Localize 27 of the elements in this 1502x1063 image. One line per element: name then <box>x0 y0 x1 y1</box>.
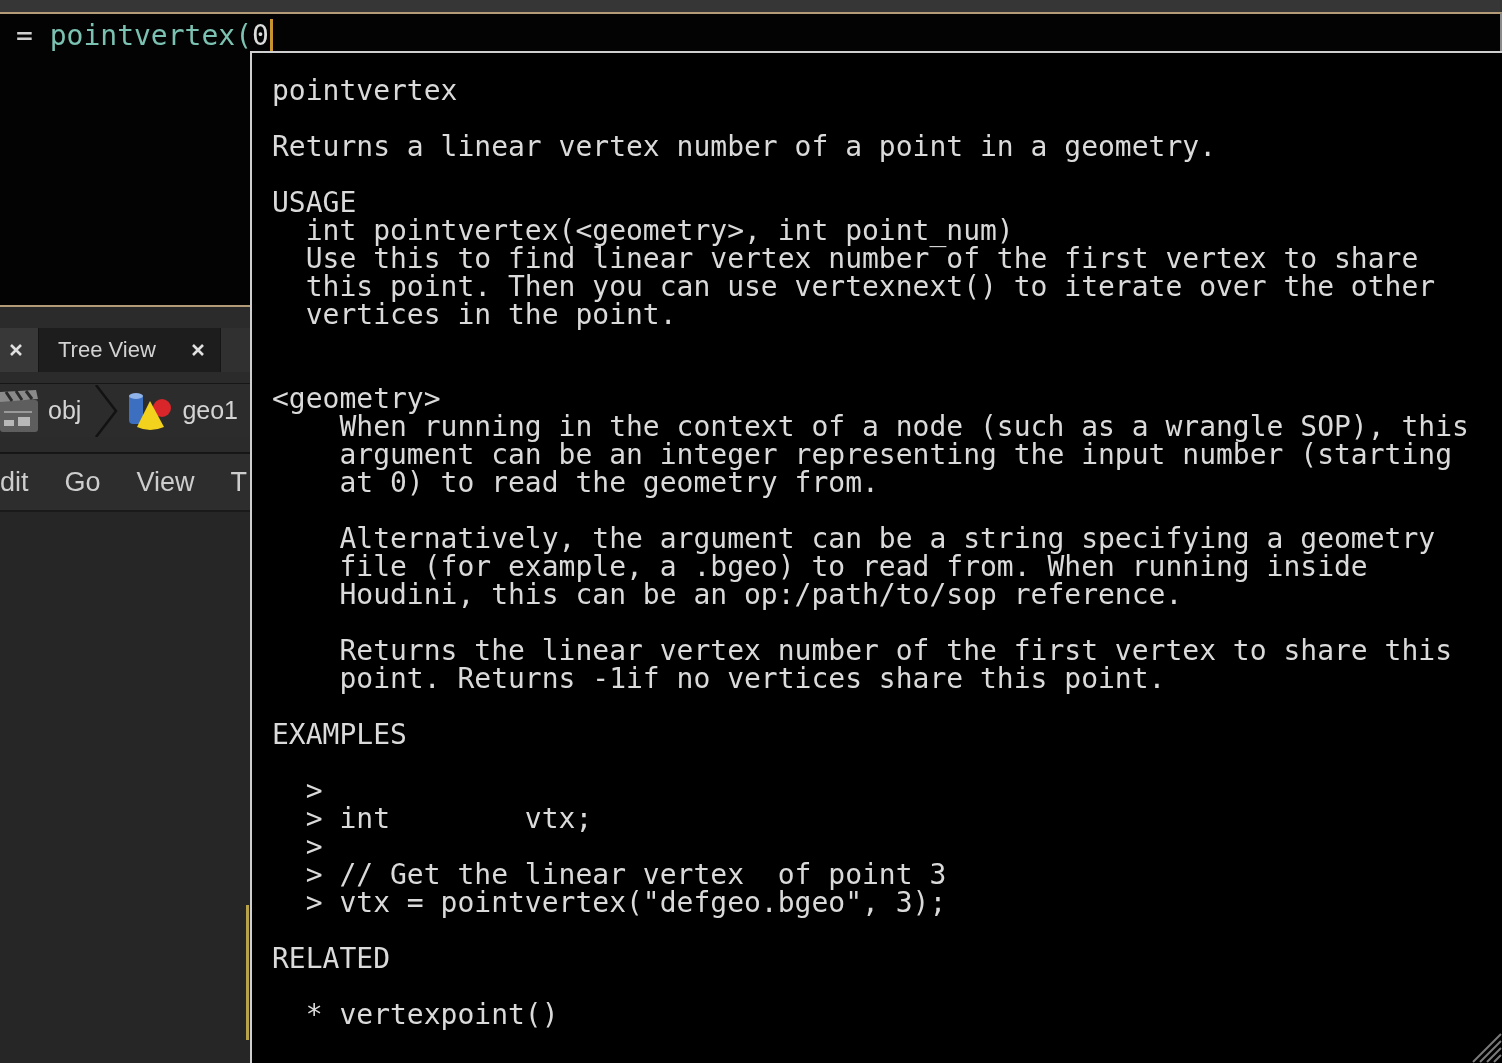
path-segment[interactable]: geo1 <box>128 390 238 431</box>
argument-text: Alternatively, the argument can be a string specifying a geometry file (for example, a .bgeo) to read from. When running inside Houdini, this can be an op:/path/to/sop reference. <box>339 525 1436 609</box>
argument-name: <geometry> <box>272 385 441 413</box>
argument-text: Returns the linear vertex number of the first vertex to share this point. Returns -1if no vertices share this point. <box>339 637 1452 693</box>
close-icon[interactable] <box>10 344 22 356</box>
expression-code: = pointvertex(0 <box>16 22 269 50</box>
code-example: > > int vtx; > > // Get the linear vertex of point 3 > vtx = pointvertex("defgeo.bgeo", 3); <box>305 777 947 917</box>
path-segment[interactable]: obj <box>0 389 82 432</box>
close-icon[interactable] <box>191 344 204 356</box>
pane-tab[interactable]: Tree View <box>39 328 221 372</box>
menu-item[interactable]: T <box>230 466 248 498</box>
pane-tab[interactable] <box>0 328 39 372</box>
section-heading: EXAMPLES <box>272 721 407 749</box>
argument-text: When running in the context of a node (such as a wrangle SOP), this argument can be an integer representing the input number (starting at 0) to read the geometry from. <box>339 413 1469 497</box>
section-heading: USAGE <box>272 189 357 217</box>
menu-item[interactable]: Go <box>64 466 101 498</box>
function-signature: int pointvertex(<geometry>, int point_num) <box>305 217 1014 245</box>
related-link[interactable]: * vertexpoint() <box>305 1001 559 1029</box>
description-text: Returns a linear vertex number of a point in a geometry. <box>272 133 1216 161</box>
menu-item[interactable]: dit <box>0 466 29 498</box>
scrollbar-thumb[interactable] <box>246 905 249 1040</box>
shapes-icon <box>128 390 173 431</box>
section-heading: RELATED <box>272 945 390 973</box>
menu-item[interactable]: View <box>136 466 195 498</box>
resize-grip-icon[interactable] <box>1470 1031 1502 1063</box>
text-cursor <box>269 19 273 53</box>
function-name: pointvertex <box>272 77 458 105</box>
